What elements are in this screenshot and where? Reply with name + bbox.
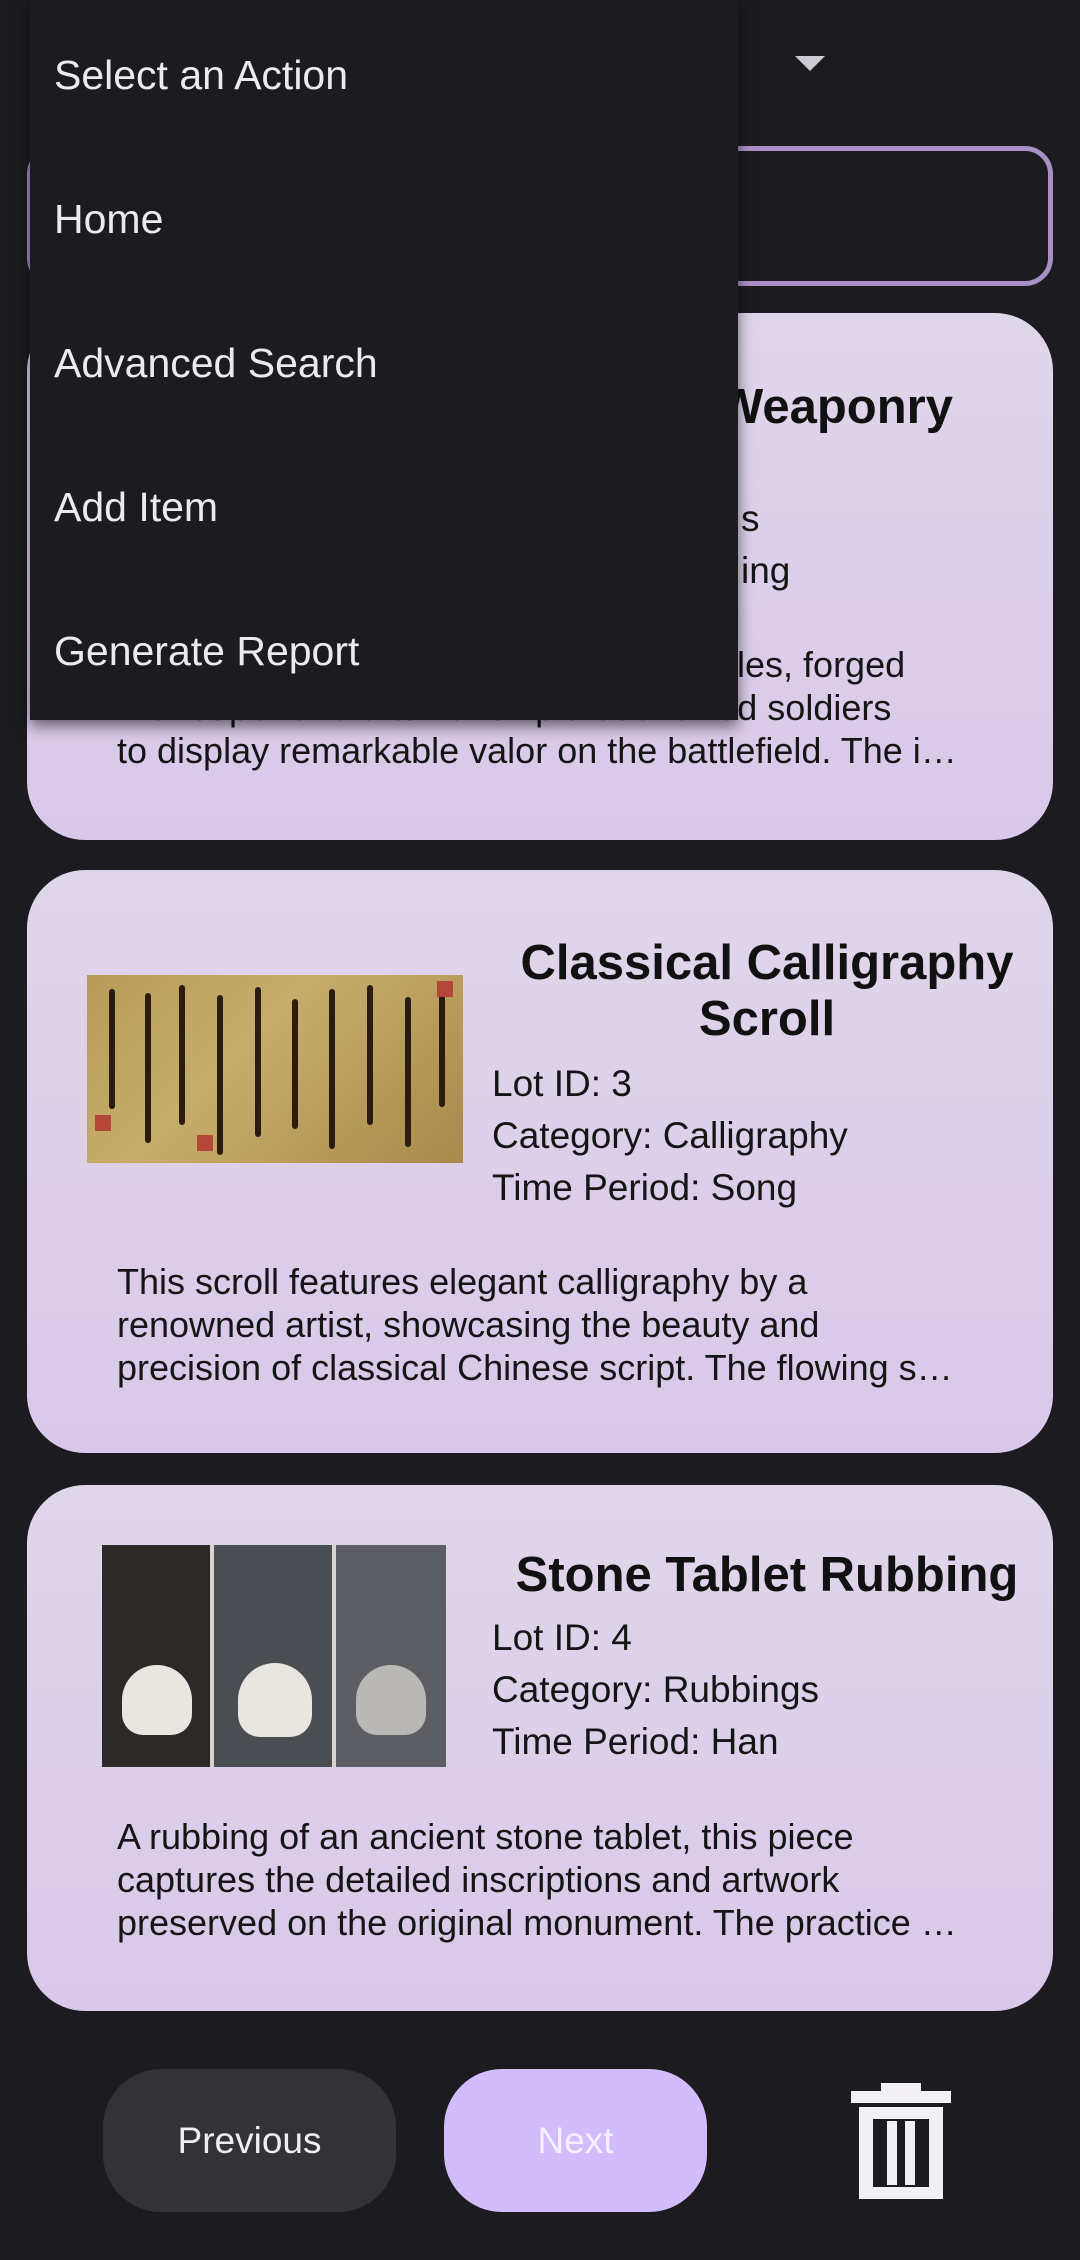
action-dropdown-menu: Select an Action Home Advanced Search Ad… <box>30 0 738 720</box>
menu-item-select-action[interactable]: Select an Action <box>54 51 348 99</box>
chevron-down-icon[interactable] <box>795 56 825 71</box>
trash-icon[interactable] <box>851 2083 951 2199</box>
menu-item-generate-report[interactable]: Generate Report <box>54 627 359 675</box>
lot-id: Lot ID: 4 <box>492 1617 632 1658</box>
stone-rubbing-image <box>102 1545 446 1767</box>
lot-id: Lot ID: 3 <box>492 1063 632 1104</box>
card-description: This scroll features elegant calligraphy… <box>117 1261 953 1388</box>
card-meta: s <box>741 498 760 539</box>
menu-item-add-item[interactable]: Add Item <box>54 483 218 531</box>
menu-item-home[interactable]: Home <box>54 195 163 243</box>
menu-item-advanced-search[interactable]: Advanced Search <box>54 339 378 387</box>
card-title: Classical Calligraphy Scroll <box>520 936 1014 1046</box>
category: Category: Rubbings <box>492 1669 820 1710</box>
card-title: Weaponry <box>717 380 953 434</box>
next-button[interactable]: Next <box>444 2069 707 2212</box>
category: Category: Calligraphy <box>492 1115 848 1156</box>
card-meta: ing <box>741 550 791 591</box>
item-card[interactable]: Classical Calligraphy Scroll Lot ID: 3 C… <box>27 870 1053 1453</box>
card-title: Stone Tablet Rubbing <box>515 1548 1019 1602</box>
time-period: Time Period: Han <box>492 1721 779 1762</box>
app-root: Weaponry s ing attles, forged with super… <box>0 0 1080 2260</box>
card-description: A rubbing of an ancient stone tablet, th… <box>117 1816 957 1943</box>
time-period: Time Period: Song <box>492 1167 798 1208</box>
previous-button[interactable]: Previous <box>103 2069 396 2212</box>
item-card[interactable]: Stone Tablet Rubbing Lot ID: 4 Category:… <box>27 1485 1053 2011</box>
calligraphy-scroll-image <box>87 975 463 1163</box>
